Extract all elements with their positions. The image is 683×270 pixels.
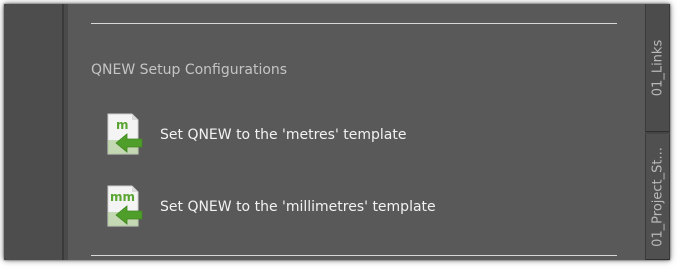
svg-text:mm: mm bbox=[110, 190, 135, 204]
palette-title-bar[interactable] bbox=[4, 4, 62, 260]
palette-edge bbox=[64, 4, 68, 260]
set-qnew-metres-label: Set QNEW to the 'metres' template bbox=[160, 127, 407, 143]
bottom-separator bbox=[91, 255, 617, 256]
svg-text:m: m bbox=[116, 118, 129, 132]
tool-palette-window: QNEW Setup Configurations m Set QNEW to … bbox=[4, 4, 670, 260]
set-qnew-millimetres-button[interactable]: mm Set QNEW to the 'millimetres' templat… bbox=[102, 184, 436, 230]
template-mm-icon: mm bbox=[102, 184, 154, 230]
set-qnew-metres-button[interactable]: m Set QNEW to the 'metres' template bbox=[102, 112, 406, 158]
set-qnew-millimetres-label: Set QNEW to the 'millimetres' template bbox=[160, 199, 436, 215]
tab-01-project-standards[interactable]: 01_Project_St... bbox=[645, 134, 670, 260]
section-title: QNEW Setup Configurations bbox=[91, 62, 288, 78]
tab-01-links-label: 01_Links bbox=[650, 39, 665, 96]
top-separator bbox=[91, 23, 617, 24]
tab-01-links[interactable]: 01_Links bbox=[645, 4, 670, 132]
template-m-icon: m bbox=[102, 112, 154, 158]
palette-tab-column: 01_Links 01_Project_St... bbox=[645, 4, 670, 260]
tab-01-project-standards-label: 01_Project_St... bbox=[650, 146, 665, 247]
